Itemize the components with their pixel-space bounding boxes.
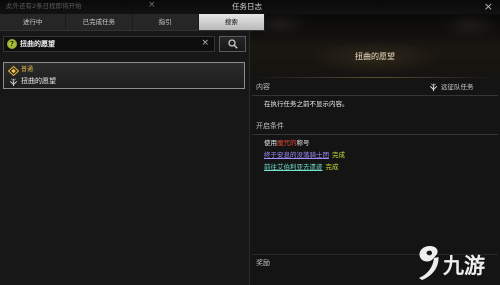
condition-quest-prerequisite: 前往艾伯利亚去遗迹 完成 [264,164,339,171]
panel-divider [249,30,250,285]
quest-type: 远征队任务 [441,83,474,91]
completed-status: 完成 [332,151,345,159]
tab-completed[interactable]: 已完成任务 [66,14,133,30]
tab-in-progress[interactable]: 进行中 [0,14,67,30]
condition-quest-prerequisite: 终于安息的没落骑士团 完成 [264,152,345,159]
conditions-divider [252,134,498,135]
prerequisite-quest-link[interactable]: 前往艾伯利亚去遗迹 [264,163,323,171]
search-icon [228,39,238,49]
search-field[interactable]: ? × [3,36,215,52]
search-input[interactable] [20,38,190,50]
content-label: 内容 [256,83,270,91]
condition-text: 称号 [296,139,310,147]
expedition-icon [429,83,438,91]
content-divider [252,95,498,96]
quest-name: 扭曲的愿望 [21,77,56,85]
expedition-icon [9,78,18,86]
watermark-text: 九游 [442,254,485,278]
prerequisite-quest-link[interactable]: 终于安息的没落骑士团 [264,151,329,159]
completed-status: 完成 [325,163,339,171]
jiuyou-logo-icon: 九游 [419,246,485,280]
condition-text: 使用 [264,139,277,147]
search-button[interactable] [219,36,246,52]
condition-title-requirement: 使用魔咒的称号 [264,140,310,147]
title-name-highlight: 魔咒的 [277,139,297,147]
quest-result-item[interactable]: 普通 扭曲的愿望 [3,62,245,89]
rewards-label: 奖励 [256,259,270,267]
tab-search[interactable]: 搜索 [198,14,265,30]
question-icon: ? [7,39,17,49]
close-icon[interactable]: × [484,1,493,12]
quest-grade: 普通 [21,66,34,73]
quest-diamond-icon [8,66,19,76]
quest-log-window: 此外还有2条日程即将开始 × 任务日志 × 进行中 已完成任务 指引 搜索 ? … [0,0,500,285]
detail-title: 扭曲的愿望 [355,52,395,61]
tab-bar: 进行中 已完成任务 指引 搜索 [0,14,265,31]
tab-guide[interactable]: 指引 [133,14,199,30]
content-text: 在执行任务之前不显示内容。 [264,100,349,108]
window-title: 任务日志 [232,2,262,11]
clear-search-icon[interactable]: × [201,39,209,48]
title-divider [252,77,498,78]
conditions-label: 开启条件 [256,122,284,130]
